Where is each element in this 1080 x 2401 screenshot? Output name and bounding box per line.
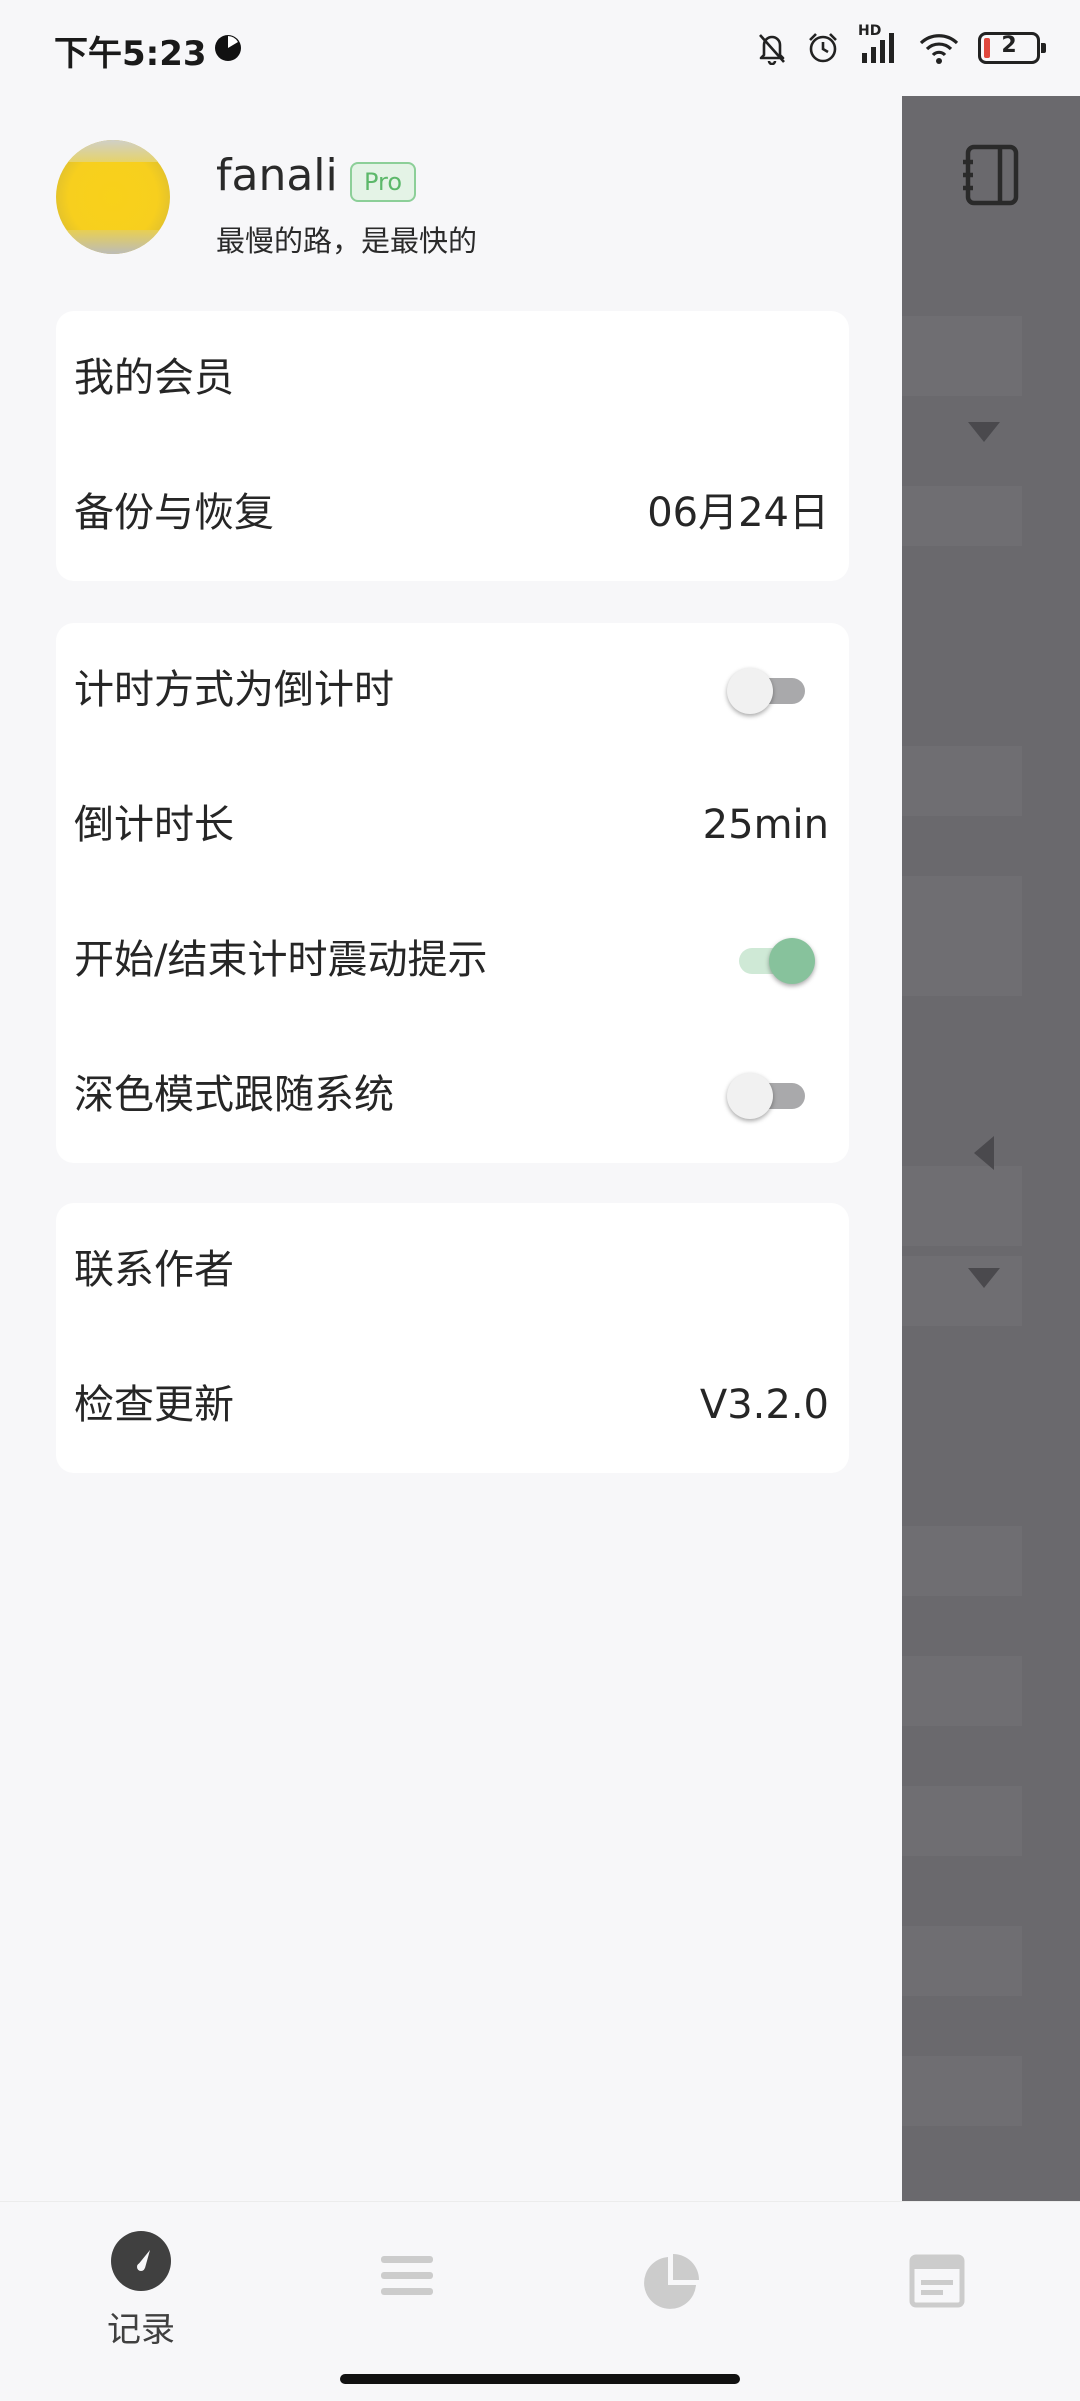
notebook-icon[interactable] [962,144,1020,206]
battery-icon: 2 [978,32,1046,64]
list-icon [381,2256,433,2295]
vibration-row[interactable]: 开始/结束计时震动提示 [56,893,849,1028]
profile-header[interactable]: fanali Pro 最慢的路，是最快的 [56,140,876,260]
battery-level: 2 [1001,33,1017,58]
check-update-label: 检查更新 [74,1382,234,1428]
dark-mode-toggle[interactable] [727,1070,805,1120]
nav-record-label: 记录 [107,2310,175,2350]
membership-row[interactable]: 我的会员 [56,311,849,446]
nav-stats[interactable] [596,2252,746,2316]
card-icon [909,2254,965,2308]
pie-chart-icon [644,2254,699,2309]
settings-drawer: fanali Pro 最慢的路，是最快的 我的会员 备份与恢复 06月24日 计… [0,96,902,2201]
backup-date: 06月24日 [647,490,829,536]
countdown-mode-row[interactable]: 计时方式为倒计时 [56,623,849,758]
timer-settings-card: 计时方式为倒计时 倒计时长 25min 开始/结束计时震动提示 深色模式跟随系统 [56,623,849,1163]
bell-off-icon [759,34,785,65]
pro-badge: Pro [350,162,417,202]
dark-mode-row[interactable]: 深色模式跟随系统 [56,1028,849,1163]
status-time: 下午5:23 [54,34,207,74]
avatar[interactable] [56,140,170,254]
dark-mode-label: 深色模式跟随系统 [74,1072,394,1118]
wifi-icon [919,34,959,64]
caret-down-icon [968,422,1000,442]
nav-notes[interactable] [862,2254,1012,2312]
caret-down-icon [968,1268,1000,1288]
dnd-moon-icon [215,35,241,61]
vibration-label: 开始/结束计时震动提示 [74,937,488,983]
nav-record[interactable]: 记录 [66,2230,216,2351]
contact-author-label: 联系作者 [74,1247,234,1293]
gauge-icon [111,2231,171,2291]
about-card: 联系作者 检查更新 V3.2.0 [56,1203,849,1473]
countdown-duration-label: 倒计时长 [74,802,234,848]
vibration-toggle[interactable] [735,935,815,985]
countdown-mode-label: 计时方式为倒计时 [74,667,394,713]
countdown-mode-toggle[interactable] [727,665,805,715]
contact-author-row[interactable]: 联系作者 [56,1203,849,1338]
status-icons: HD 2 [756,23,1046,68]
backup-label: 备份与恢复 [74,490,274,536]
alarm-icon [809,33,837,63]
caret-left-icon [974,1136,994,1170]
username: fanali [216,150,338,201]
backup-restore-row[interactable]: 备份与恢复 06月24日 [56,446,849,581]
signal-icon: HD [858,23,900,65]
membership-label: 我的会员 [74,355,234,401]
status-bar: 下午5:23 HD 2 [0,0,1080,96]
version-value: V3.2.0 [699,1382,829,1428]
countdown-duration-row[interactable]: 倒计时长 25min [56,758,849,893]
home-indicator[interactable] [340,2374,740,2384]
profile-motto: 最慢的路，是最快的 [216,224,478,258]
countdown-duration-value: 25min [702,802,829,848]
check-update-row[interactable]: 检查更新 V3.2.0 [56,1338,849,1473]
drawer-scrim[interactable] [902,96,1080,2201]
account-card: 我的会员 备份与恢复 06月24日 [56,311,849,581]
bottom-nav: 记录 [0,2201,1080,2401]
nav-list[interactable] [332,2254,482,2302]
